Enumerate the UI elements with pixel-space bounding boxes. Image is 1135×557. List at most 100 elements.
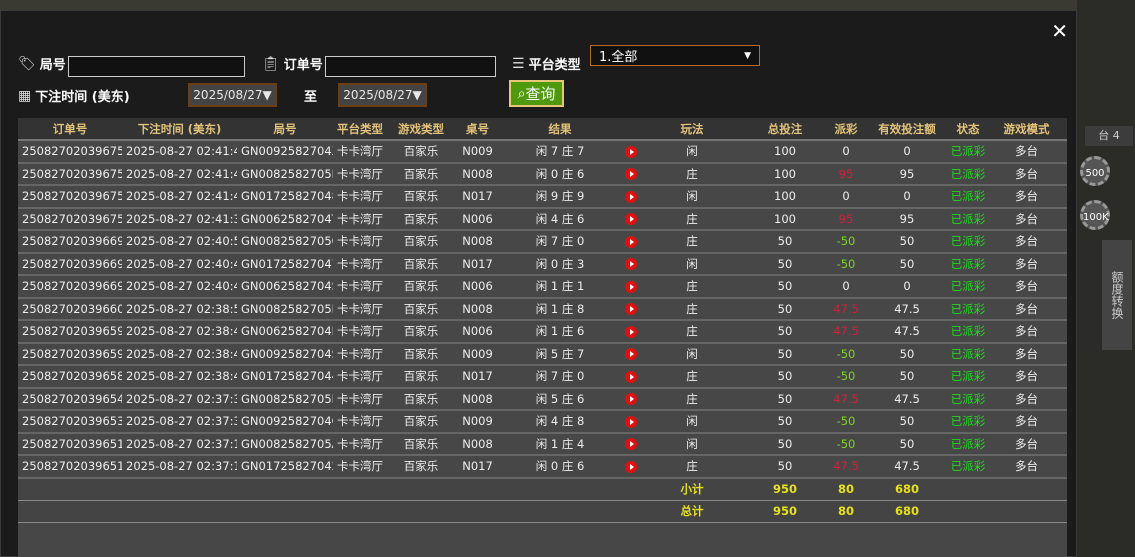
- background-table-tab: 台 4: [1085, 126, 1133, 146]
- play-video-icon[interactable]: [625, 280, 637, 293]
- header-status: 状态: [950, 118, 986, 141]
- cell-result: 闲 0 庄 6: [500, 162, 620, 186]
- play-video-icon[interactable]: [625, 213, 637, 226]
- query-button[interactable]: ⌕ 查询: [509, 80, 564, 107]
- play-video-icon[interactable]: [625, 348, 637, 361]
- order-input[interactable]: [325, 56, 496, 77]
- cell-table-no: N009: [455, 342, 500, 366]
- cell-bet-type: 庄: [642, 230, 742, 254]
- subtotal-row: 小计 950 80 680: [18, 477, 1067, 501]
- caret-down-icon: ▼: [412, 88, 422, 102]
- cell-bet-type: 闲: [642, 140, 742, 164]
- date-to-picker[interactable]: 2025/08/27 ▼: [338, 83, 427, 107]
- total-valid: 680: [864, 500, 950, 523]
- cell-bet-time: 2025-08-27 02:38:45: [122, 342, 237, 366]
- cell-result: 闲 7 庄 0: [500, 365, 620, 389]
- cell-round-no: GN01725827044: [237, 365, 333, 389]
- date-to-value: 2025/08/27: [343, 88, 413, 102]
- cell-order-no: 250827020396591: [18, 342, 122, 366]
- cell-status: 已派彩: [950, 252, 986, 276]
- cell-bet-type: 闲: [642, 432, 742, 456]
- cell-result: 闲 1 庄 8: [500, 297, 620, 321]
- cell-status: 已派彩: [950, 230, 986, 254]
- cell-payout: 47.5: [828, 387, 864, 411]
- play-video-icon[interactable]: [625, 190, 637, 203]
- subtotal-cell: [950, 477, 986, 501]
- cell-bet-type: 闲: [642, 342, 742, 366]
- cell-result: 闲 7 庄 0: [500, 230, 620, 254]
- cell-platform: 卡卡湾厅: [333, 342, 387, 366]
- cell-order-no: 250827020396595: [18, 320, 122, 344]
- cell-result: 闲 7 庄 7: [500, 140, 620, 164]
- cell-payout: -50: [828, 365, 864, 389]
- play-video-icon[interactable]: [625, 325, 637, 338]
- date-from-picker[interactable]: 2025/08/27 ▼: [188, 83, 277, 107]
- play-video-icon[interactable]: [625, 303, 637, 316]
- cell-game-mode: 多台: [986, 252, 1067, 276]
- cell-status: 已派彩: [950, 365, 986, 389]
- cell-game-type: 百家乐: [387, 140, 455, 164]
- cell-game-mode: 多台: [986, 432, 1067, 456]
- cell-round-no: GN0092582704S: [237, 342, 333, 366]
- play-video-icon[interactable]: [625, 438, 637, 451]
- round-label-text: 局号: [39, 58, 66, 73]
- cell-payout: -50: [828, 252, 864, 276]
- replay-cell: [620, 387, 642, 411]
- play-video-icon[interactable]: [625, 460, 637, 473]
- cell-table-no: N008: [455, 162, 500, 186]
- play-video-icon[interactable]: [625, 168, 637, 181]
- cell-bet-type: 庄: [642, 207, 742, 231]
- search-icon: ⌕: [517, 85, 526, 102]
- cell-status: 已派彩: [950, 207, 986, 231]
- date-from-value: 2025/08/27: [193, 88, 263, 102]
- cell-round-no: GN0092582704X: [237, 140, 333, 164]
- play-video-icon[interactable]: [625, 235, 637, 248]
- cell-result: 闲 0 庄 6: [500, 455, 620, 479]
- cell-total-bet: 100: [742, 140, 828, 164]
- cell-bet-time: 2025-08-27 02:38:43: [122, 365, 237, 389]
- platform-label: ☰ 平台类型: [512, 54, 581, 74]
- cell-round-no: GN0082582705G: [237, 230, 333, 254]
- subtotal-cell: [122, 477, 237, 501]
- cell-game-mode: 多台: [986, 275, 1067, 299]
- cell-platform: 卡卡湾厅: [333, 162, 387, 186]
- cell-order-no: 250827020396694: [18, 252, 122, 276]
- table-row: 250827020396541 2025-08-27 02:37:36 GN0082…: [18, 387, 1067, 411]
- time-label: ▦ 下注时间 (美东): [18, 86, 130, 106]
- bet-records-table: 订单号 下注时间 (美东) 局号 平台类型 游戏类型 桌号 结果 玩法 总投注 派彩 有效投注额 状态…: [18, 118, 1067, 523]
- header-game-type: 游戏类型: [387, 118, 455, 141]
- cell-status: 已派彩: [950, 432, 986, 456]
- cell-order-no: 250827020396696: [18, 230, 122, 254]
- clipboard-icon: 📋︎: [262, 55, 280, 72]
- table-row: 250827020396595 2025-08-27 02:38:49 GN0062…: [18, 320, 1067, 344]
- cell-round-no: GN0082582705D: [237, 297, 333, 321]
- cell-status: 已派彩: [950, 342, 986, 366]
- cell-bet-time: 2025-08-27 02:38:55: [122, 297, 237, 321]
- round-input[interactable]: [68, 56, 245, 77]
- play-video-icon[interactable]: [625, 370, 637, 383]
- subtotal-cell: [455, 477, 500, 501]
- cell-status: 已派彩: [950, 275, 986, 299]
- cell-game-type: 百家乐: [387, 275, 455, 299]
- cell-result: 闲 1 庄 1: [500, 275, 620, 299]
- cell-game-type: 百家乐: [387, 252, 455, 276]
- header-payout: 派彩: [828, 118, 864, 141]
- play-video-icon[interactable]: [625, 393, 637, 406]
- cell-platform: 卡卡湾厅: [333, 230, 387, 254]
- cell-status: 已派彩: [950, 297, 986, 321]
- platform-select[interactable]: 1.全部 ▼: [590, 45, 760, 66]
- cell-game-type: 百家乐: [387, 185, 455, 209]
- close-icon[interactable]: ✕: [1051, 19, 1068, 43]
- play-video-icon[interactable]: [625, 415, 637, 428]
- total-cell: [122, 500, 237, 523]
- play-video-icon[interactable]: [625, 258, 637, 271]
- cell-result: 闲 4 庄 8: [500, 410, 620, 434]
- cell-valid-bet: 50: [864, 342, 950, 366]
- cell-payout: -50: [828, 342, 864, 366]
- cell-valid-bet: 95: [864, 207, 950, 231]
- total-cell: [387, 500, 455, 523]
- play-video-icon[interactable]: [625, 145, 637, 158]
- cell-bet-type: 庄: [642, 365, 742, 389]
- cell-platform: 卡卡湾厅: [333, 252, 387, 276]
- list-icon: ☰: [512, 55, 525, 72]
